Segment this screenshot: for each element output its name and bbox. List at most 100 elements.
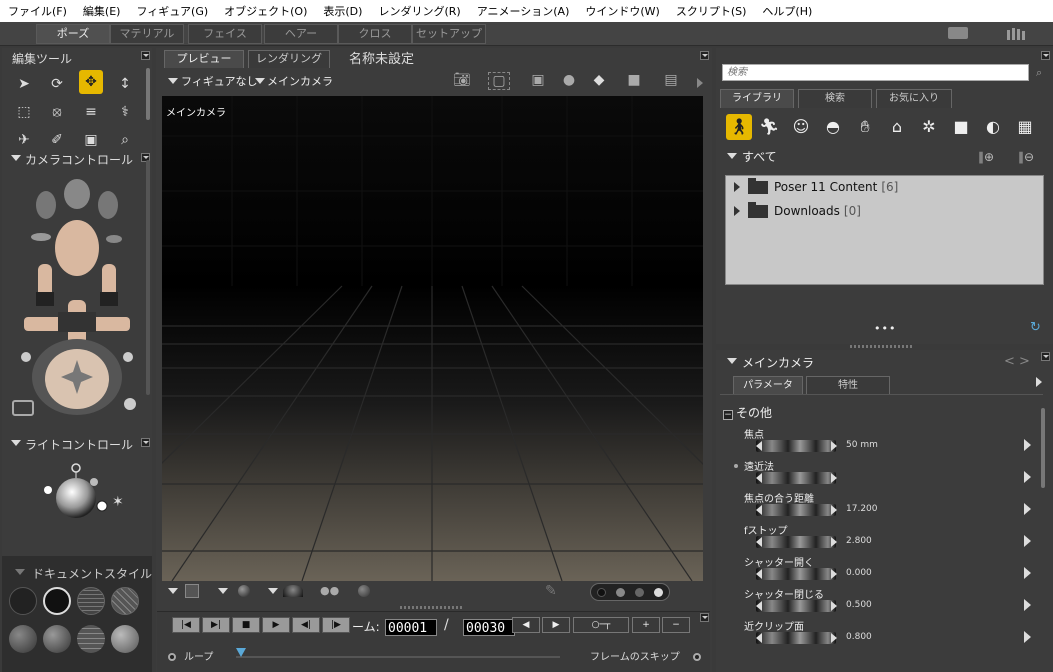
parameters-more-icon[interactable]	[1036, 377, 1042, 387]
tab-library[interactable]: ライブラリ	[720, 89, 794, 108]
menu-help[interactable]: ヘルプ(H)	[754, 3, 820, 19]
tab-properties[interactable]: 特性	[806, 376, 890, 395]
param-dial[interactable]	[756, 568, 836, 580]
3d-viewport[interactable]: メインカメラ	[162, 96, 703, 581]
decrement-arrow-icon[interactable]	[756, 569, 762, 579]
loop-radio[interactable]	[168, 653, 176, 661]
tab-hair[interactable]: ヘアー	[264, 24, 338, 44]
document-panel-menu[interactable]	[700, 51, 709, 60]
param-options-icon[interactable]	[1024, 503, 1031, 515]
menu-edit[interactable]: 編集(E)	[75, 3, 129, 19]
move-vertical-icon[interactable]: ↕	[113, 72, 137, 96]
tab-face[interactable]: フェイス	[188, 24, 262, 44]
tab-preview[interactable]: プレビュー	[164, 50, 244, 68]
param-value[interactable]: 17.200	[846, 504, 878, 514]
style-flat-shaded[interactable]	[43, 625, 71, 653]
first-frame-button[interactable]: |◀	[172, 617, 200, 633]
movie-camera-icon[interactable]: ▤	[660, 72, 682, 90]
remove-key-button[interactable]: −	[662, 617, 690, 633]
decrement-arrow-icon[interactable]	[756, 633, 762, 643]
increment-arrow-icon[interactable]	[831, 505, 837, 515]
param-options-icon[interactable]	[1024, 631, 1031, 643]
chevron-down-icon[interactable]	[268, 588, 278, 594]
param-dial[interactable]	[756, 440, 836, 452]
figure-select-menu[interactable]: フィギュアなし	[181, 73, 258, 89]
increment-arrow-icon[interactable]	[831, 537, 837, 547]
style-cartoon[interactable]	[77, 625, 105, 653]
tools-panel-menu[interactable]	[141, 51, 150, 60]
expand-arrow-icon[interactable]	[734, 206, 740, 216]
background-color-swatch[interactable]	[185, 584, 199, 598]
tab-render[interactable]: レンダリング	[248, 50, 330, 68]
view-dot[interactable]	[635, 588, 644, 597]
decrement-arrow-icon[interactable]	[756, 505, 762, 515]
param-value[interactable]: 0.500	[846, 600, 872, 610]
tab-cloth[interactable]: クロス	[338, 24, 412, 44]
zoom-icon[interactable]: ⌕	[113, 128, 137, 152]
step-back-button[interactable]: ◀|	[292, 617, 320, 633]
view-dot[interactable]	[597, 588, 606, 597]
rotate-icon[interactable]: ⟳	[45, 72, 69, 96]
param-value[interactable]: 0.000	[846, 568, 872, 578]
video-camera-icon[interactable]: ■	[623, 72, 645, 90]
twist-icon[interactable]: ⦻	[45, 100, 69, 124]
current-frame-field[interactable]: 00001	[385, 619, 437, 636]
library-panel-menu[interactable]	[1041, 51, 1050, 60]
parameters-panel-menu[interactable]	[1041, 352, 1050, 361]
param-options-icon[interactable]	[1024, 471, 1031, 483]
tab-material[interactable]: マテリアル	[110, 24, 184, 44]
collapse-arrow-icon[interactable]	[11, 155, 21, 161]
animation-panel-menu[interactable]	[700, 613, 709, 622]
poses-icon[interactable]: 🏃︎	[756, 114, 782, 140]
scenes-icon[interactable]: ▦	[1012, 114, 1038, 140]
materials-icon[interactable]: ◐	[980, 114, 1006, 140]
remove-from-library-icon[interactable]: ∥⊖	[1018, 150, 1040, 166]
toolbar-more-icon[interactable]	[697, 78, 703, 88]
scale-icon[interactable]: ⬚	[12, 100, 36, 124]
collapse-arrow-icon[interactable]	[15, 569, 25, 575]
param-value[interactable]: 0.800	[846, 632, 872, 642]
menu-display[interactable]: 表示(D)	[315, 3, 370, 19]
increment-arrow-icon[interactable]	[831, 601, 837, 611]
increment-arrow-icon[interactable]	[831, 569, 837, 579]
figures-icon[interactable]: 🚶︎	[726, 114, 752, 140]
style-outline[interactable]	[43, 587, 71, 615]
style-lit-wireframe[interactable]	[9, 625, 37, 653]
tab-parameters[interactable]: パラメータ	[733, 376, 803, 395]
list-item[interactable]: Downloads [0]	[734, 201, 861, 221]
library-books-icon[interactable]	[1006, 27, 1028, 41]
add-key-button[interactable]: +	[632, 617, 660, 633]
expand-arrow-icon[interactable]	[734, 182, 740, 192]
panel-resize-grip[interactable]	[400, 606, 464, 609]
param-options-icon[interactable]	[1024, 535, 1031, 547]
increment-arrow-icon[interactable]	[831, 473, 837, 483]
menu-figure[interactable]: フィギュア(G)	[128, 3, 216, 19]
menu-scripts[interactable]: スクリプト(S)	[668, 3, 755, 19]
chat-icon[interactable]	[948, 27, 968, 39]
collapse-arrow-icon[interactable]	[727, 153, 737, 159]
ground-shadow-icon[interactable]	[358, 585, 370, 597]
chevron-down-icon[interactable]	[218, 588, 228, 594]
shadow-icon[interactable]	[283, 585, 303, 597]
library-more-indicator[interactable]: •••	[874, 322, 896, 335]
param-dial[interactable]	[756, 536, 836, 548]
param-dial[interactable]	[756, 504, 836, 516]
param-dial[interactable]	[756, 472, 836, 484]
add-to-library-icon[interactable]: ∥⊕	[978, 150, 1000, 166]
cameras-icon[interactable]: ■	[948, 114, 974, 140]
key-icon[interactable]: ○─┬	[573, 617, 629, 633]
light-panel-menu[interactable]	[141, 438, 150, 447]
props-hat-icon[interactable]: ⌂	[884, 114, 910, 140]
param-value[interactable]: 2.800	[846, 536, 872, 546]
param-dial[interactable]	[756, 632, 836, 644]
pencil-icon[interactable]: ✎	[545, 583, 561, 599]
select-arrow-icon[interactable]: ➤	[12, 72, 36, 96]
decrement-arrow-icon[interactable]	[756, 537, 762, 547]
hair-icon[interactable]: ◓	[820, 114, 846, 140]
last-frame-button[interactable]: ▶|	[202, 617, 230, 633]
light-bulb-icon[interactable]: ◆	[588, 72, 610, 90]
view-dot[interactable]	[654, 588, 663, 597]
tab-setup[interactable]: セットアップ	[412, 24, 486, 44]
search-options-icon[interactable]: ⌕	[1036, 66, 1048, 79]
hands-icon[interactable]: ✋︎	[852, 114, 878, 140]
